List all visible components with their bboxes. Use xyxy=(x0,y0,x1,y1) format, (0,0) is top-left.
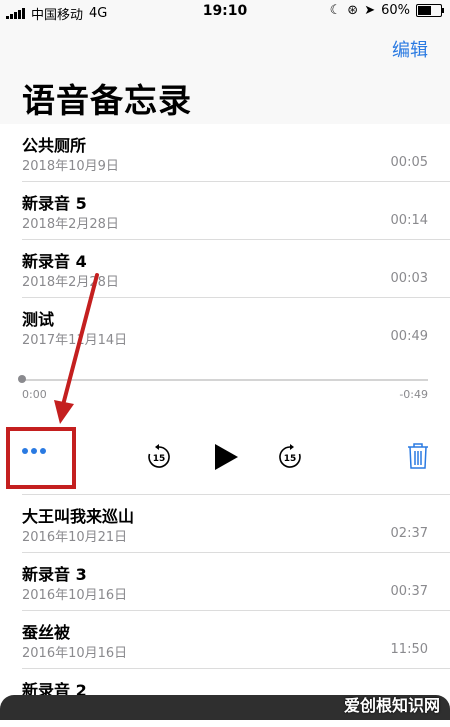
recording-name: 大王叫我来巡山 xyxy=(22,507,135,526)
trash-icon xyxy=(408,443,428,469)
recording-date: 2016年10月16日 xyxy=(22,646,128,661)
list-item[interactable]: 蚕丝被 2016年10月16日 11:50 xyxy=(0,611,450,669)
moon-icon: ☾ xyxy=(329,3,342,18)
rotation-lock-icon: ⊛ xyxy=(347,3,359,18)
recording-date: 2016年10月21日 xyxy=(22,530,128,545)
elapsed-time: 0:00 xyxy=(22,388,47,401)
nav-header: 编辑 语音备忘录 xyxy=(0,24,450,124)
skip-forward-arrowhead xyxy=(290,444,294,450)
edit-button[interactable]: 编辑 xyxy=(392,36,428,62)
skip-back-15-button[interactable]: 15 xyxy=(146,444,172,470)
page-title: 语音备忘录 xyxy=(22,81,192,120)
scrubber-track[interactable] xyxy=(22,379,428,381)
location-icon: ➤ xyxy=(364,3,376,18)
scrubber-handle[interactable] xyxy=(18,375,26,383)
list-item-selected[interactable]: 测试 2017年11月14日 00:49 xyxy=(0,298,450,356)
recording-duration: 00:05 xyxy=(390,155,428,170)
recording-name: 新录音 3 xyxy=(22,565,87,584)
skip-forward-15-button[interactable]: 15 xyxy=(277,444,303,470)
recording-name: 公共厕所 xyxy=(22,136,87,155)
trash-button[interactable] xyxy=(406,442,430,470)
recording-name: 新录音 4 xyxy=(22,252,87,271)
recording-name: 新录音 5 xyxy=(22,194,87,213)
play-icon xyxy=(215,444,238,470)
recording-duration: 11:50 xyxy=(390,642,428,657)
recording-name: 测试 xyxy=(22,310,55,329)
battery-icon xyxy=(416,4,444,17)
list-item[interactable]: 公共厕所 2018年10月9日 00:05 xyxy=(0,124,450,182)
recording-date: 2016年10月16日 xyxy=(22,588,128,603)
list-item[interactable]: 新录音 3 2016年10月16日 00:37 xyxy=(0,553,450,611)
recordings-list-top: 公共厕所 2018年10月9日 00:05 新录音 5 2018年2月28日 0… xyxy=(0,124,450,356)
recording-duration: 00:49 xyxy=(390,329,428,344)
status-right: ☾ ⊛ ➤ 60% xyxy=(329,3,444,18)
recording-date: 2018年2月28日 xyxy=(22,275,119,290)
watermark: 爱创根知识网 xyxy=(343,696,440,715)
recording-duration: 00:03 xyxy=(390,271,428,286)
recording-date: 2018年10月9日 xyxy=(22,159,119,174)
recording-date: 2018年2月28日 xyxy=(22,217,119,232)
recording-duration: 00:14 xyxy=(390,213,428,228)
recording-duration: 00:37 xyxy=(390,584,428,599)
skip-forward-label: 15 xyxy=(284,454,297,464)
skip-back-label: 15 xyxy=(153,454,166,464)
list-item[interactable]: 新录音 5 2018年2月28日 00:14 xyxy=(0,182,450,240)
recording-name: 蚕丝被 xyxy=(22,623,71,642)
skip-back-arrowhead xyxy=(155,444,159,450)
list-item[interactable]: 新录音 4 2018年2月28日 00:03 xyxy=(0,240,450,298)
annotation-highlight-box xyxy=(6,427,76,489)
battery-label: 60% xyxy=(381,3,410,18)
recording-duration: 02:37 xyxy=(390,526,428,541)
list-item[interactable]: 大王叫我来巡山 2016年10月21日 02:37 xyxy=(0,495,450,553)
status-bar: 中国移动 4G 19:10 ☾ ⊛ ➤ 60% xyxy=(0,0,450,24)
recording-date: 2017年11月14日 xyxy=(22,333,128,348)
play-button[interactable] xyxy=(212,442,240,472)
remaining-time: -0:49 xyxy=(399,388,428,401)
